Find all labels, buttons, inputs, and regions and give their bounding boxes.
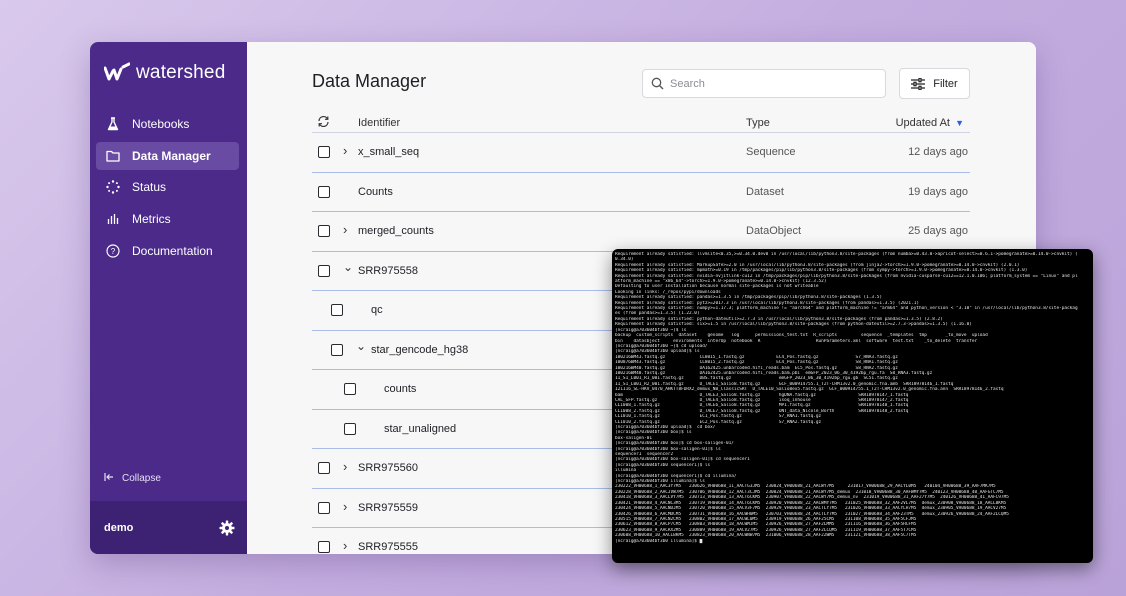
column-updated-at[interactable]: Updated At ▼ <box>895 117 964 129</box>
help-icon: ? <box>106 244 120 258</box>
chevron-right-icon[interactable]: › <box>343 222 347 237</box>
row-checkbox[interactable] <box>318 185 330 198</box>
status-icon <box>106 180 120 195</box>
search-input[interactable] <box>670 77 870 90</box>
row-updated-at: 12 days ago <box>908 146 968 158</box>
terminal-line: Requirement already satisfied: mpmath>=0… <box>615 268 1028 274</box>
table-header: Identifier Type Updated At ▼ <box>312 113 970 133</box>
table-row[interactable]: › merged_counts DataObject 25 days ago <box>312 212 970 252</box>
chevron-right-icon[interactable]: › <box>343 459 347 474</box>
column-type[interactable]: Type <box>746 117 770 129</box>
row-identifier[interactable]: qc <box>371 304 383 316</box>
sidebar-item-data-manager[interactable]: Data Manager <box>96 141 239 170</box>
filter-sliders-icon <box>911 77 926 90</box>
chevron-right-icon[interactable]: › <box>343 143 347 158</box>
collapse-label: Collapse <box>122 473 161 484</box>
gear-icon[interactable] <box>219 520 235 536</box>
terminal-output: Requirement already satisfied: llvmlite<… <box>615 252 1090 544</box>
chevron-right-icon[interactable]: › <box>343 499 347 514</box>
row-checkbox[interactable] <box>318 146 330 158</box>
column-identifier[interactable]: Identifier <box>358 117 400 129</box>
row-updated-at: 19 days ago <box>908 185 968 198</box>
row-checkbox[interactable] <box>344 422 356 435</box>
user-name: demo <box>104 521 134 534</box>
row-checkbox[interactable] <box>318 501 330 514</box>
sidebar-item-metrics[interactable]: Metrics <box>96 205 239 233</box>
row-type: Sequence <box>746 146 796 158</box>
chevron-right-icon[interactable]: › <box>343 538 347 553</box>
sidebar-item-label: Documentation <box>132 243 213 258</box>
row-identifier[interactable]: SRR975558 <box>358 265 418 277</box>
row-type: Dataset <box>746 185 784 198</box>
chevron-down-icon[interactable]: ⌄ <box>356 339 366 353</box>
sidebar-item-label: Metrics <box>132 212 171 227</box>
sidebar-item-label: Data Manager <box>132 148 211 163</box>
page-title: Data Manager <box>312 71 427 91</box>
table-row[interactable]: › x_small_seq Sequence 12 days ago <box>312 133 970 173</box>
sidebar-item-documentation[interactable]: ? Documentation <box>96 237 239 265</box>
chevron-down-icon[interactable]: ⌄ <box>343 260 353 274</box>
row-identifier[interactable]: SRR975555 <box>358 541 418 553</box>
collapse-button[interactable]: Collapse <box>104 472 161 485</box>
app-name: watershed <box>136 62 226 83</box>
search-icon <box>651 77 664 90</box>
column-updated-at-label: Updated At <box>895 117 950 129</box>
sidebar: watershed Notebooks Data Manager Status <box>90 42 247 554</box>
watershed-logo-icon <box>104 62 130 81</box>
row-identifier[interactable]: SRR975560 <box>358 462 418 474</box>
collapse-icon <box>104 472 114 485</box>
row-identifier[interactable]: star_gencode_hg38 <box>371 344 468 356</box>
terminal-window[interactable]: Requirement already satisfied: llvmlite<… <box>612 249 1093 563</box>
terminal-line: Requirement already satisfied: llvmlite<… <box>615 252 1078 257</box>
row-identifier[interactable]: star_unaligned <box>384 423 456 435</box>
row-checkbox[interactable] <box>318 462 330 474</box>
folder-icon <box>106 149 120 163</box>
search-box[interactable] <box>642 69 886 98</box>
table-row[interactable]: Counts Dataset 19 days ago <box>312 173 970 212</box>
flask-icon <box>106 117 120 131</box>
row-identifier[interactable]: x_small_seq <box>358 146 419 158</box>
sidebar-item-label: Notebooks <box>132 117 190 131</box>
row-checkbox[interactable] <box>318 264 330 277</box>
filter-label: Filter <box>933 77 958 90</box>
metrics-icon <box>106 212 120 226</box>
row-checkbox[interactable] <box>318 541 330 553</box>
refresh-icon[interactable] <box>317 115 330 131</box>
sidebar-item-status[interactable]: Status <box>96 173 239 201</box>
sort-descending-icon: ▼ <box>955 118 964 128</box>
sidebar-item-notebooks[interactable]: Notebooks <box>96 110 239 138</box>
row-identifier[interactable]: SRR975559 <box>358 502 418 514</box>
row-checkbox[interactable] <box>344 383 356 395</box>
svg-text:?: ? <box>111 247 116 256</box>
row-identifier[interactable]: counts <box>384 383 416 395</box>
filter-button[interactable]: Filter <box>899 68 970 99</box>
row-checkbox[interactable] <box>331 343 343 356</box>
row-checkbox[interactable] <box>318 225 330 237</box>
terminal-line: [ncraig@a703604bf3b0 illumina]$ █ <box>615 538 703 544</box>
user-bar: demo <box>90 501 247 554</box>
app-logo[interactable]: watershed <box>104 62 225 84</box>
row-updated-at: 25 days ago <box>908 225 968 237</box>
row-checkbox[interactable] <box>331 304 343 316</box>
row-identifier[interactable]: Counts <box>358 186 393 198</box>
row-type: DataObject <box>746 225 802 237</box>
sidebar-item-label: Status <box>132 180 167 195</box>
row-identifier[interactable]: merged_counts <box>358 225 434 237</box>
sidebar-nav: Notebooks Data Manager Status Metrics ? … <box>96 110 239 268</box>
